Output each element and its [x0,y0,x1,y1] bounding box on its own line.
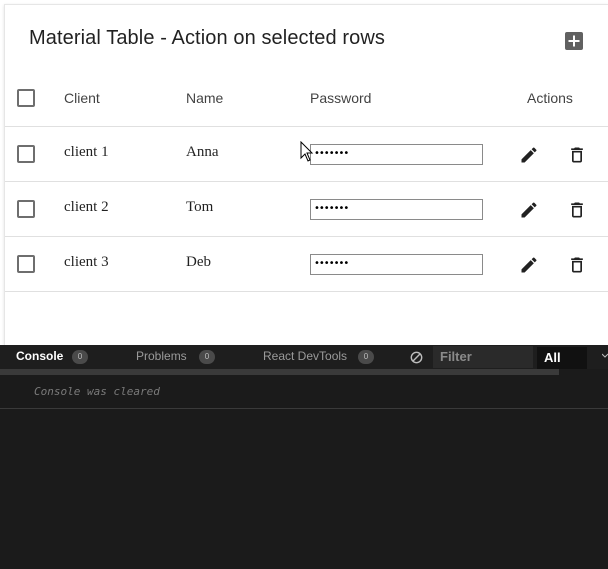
edit-button[interactable] [516,197,542,223]
pencil-icon [521,202,537,218]
cell-client: client 2 [64,199,109,215]
pencil-icon [521,147,537,163]
material-table-card: Material Table - Action on selected rows… [4,4,608,345]
chevron-down-icon[interactable] [602,353,608,359]
table-header-row: Client Name Password Actions [5,71,608,127]
column-header-password[interactable]: Password [310,90,371,106]
password-field[interactable]: ••••••• [310,144,483,165]
console-tab-bar: Console 0 Problems 0 React DevTools 0 Fi… [0,345,608,369]
trash-icon [571,257,583,273]
console-filter-input[interactable]: Filter [433,346,533,368]
console-panel: Console 0 Problems 0 React DevTools 0 Fi… [0,345,608,569]
tab-react-devtools[interactable]: React DevTools [263,349,347,363]
cell-client: client 3 [64,254,109,270]
mouse-pointer-icon [300,141,314,162]
edit-button[interactable] [516,142,542,168]
clear-console-icon[interactable] [410,351,423,364]
devtools-count-badge: 0 [358,350,374,364]
password-field[interactable]: ••••••• [310,254,483,275]
column-header-actions: Actions [527,90,573,106]
add-box-icon [565,32,583,50]
row-checkbox[interactable] [17,145,35,163]
select-all-checkbox[interactable] [17,89,35,107]
cell-name: Anna [186,144,219,160]
tab-problems[interactable]: Problems [136,349,187,363]
add-row-button[interactable] [560,27,588,55]
tab-console[interactable]: Console [16,349,63,363]
table-toolbar: Material Table - Action on selected rows [5,5,608,71]
problems-count-badge: 0 [199,350,215,364]
console-scrollbar[interactable] [0,369,559,375]
column-header-client[interactable]: Client [64,90,100,106]
cell-name: Deb [186,254,211,270]
console-count-badge: 0 [72,350,88,364]
trash-icon [571,147,583,163]
delete-button[interactable] [564,252,590,278]
row-checkbox[interactable] [17,255,35,273]
row-checkbox[interactable] [17,200,35,218]
delete-button[interactable] [564,197,590,223]
trash-icon [571,202,583,218]
console-message: Console was cleared [34,385,160,398]
edit-button[interactable] [516,252,542,278]
table-title: Material Table - Action on selected rows [29,27,386,49]
password-field[interactable]: ••••••• [310,199,483,220]
delete-button[interactable] [564,142,590,168]
cell-client: client 1 [64,144,109,160]
table-row[interactable]: client 3 Deb ••••••• [5,237,608,292]
console-divider [0,408,608,409]
log-level-select[interactable]: All [537,347,587,369]
table-row[interactable]: client 2 Tom ••••••• [5,182,608,237]
column-header-name[interactable]: Name [186,90,223,106]
pencil-icon [521,257,537,273]
cell-name: Tom [186,199,214,215]
